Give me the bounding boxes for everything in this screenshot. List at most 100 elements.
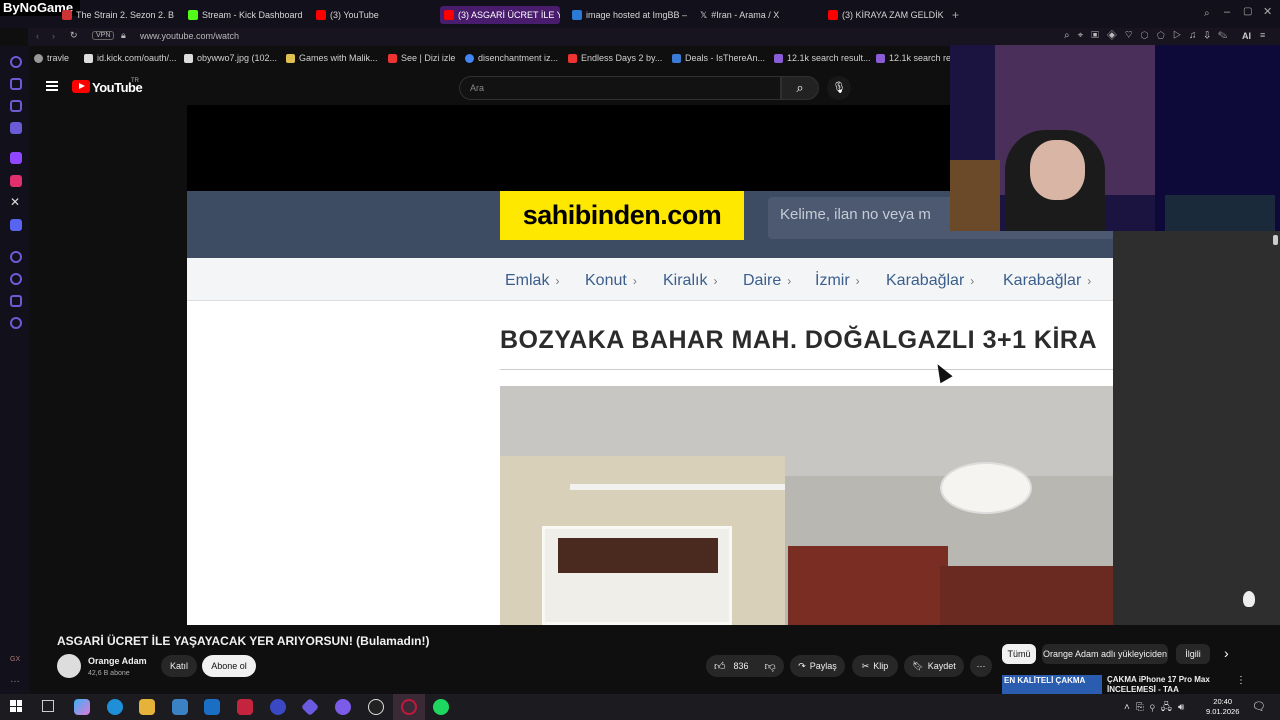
breadcrumb-item: Karabağlar ›: [886, 272, 975, 289]
like-dislike-group: 👍︎ 836 👎︎: [706, 655, 784, 677]
maximize-icon[interactable]: ▢: [1243, 6, 1252, 17]
app-icon[interactable]: [300, 697, 320, 717]
channel-avatar[interactable]: [57, 654, 81, 678]
clip-button[interactable]: ✂ Klip: [852, 655, 898, 677]
app-icon[interactable]: [237, 699, 253, 715]
toolbar-extension-icons[interactable]: ⌕⌖▣◈♡⬡⬠▷♫⇩✎: [1064, 30, 1235, 41]
filter-chip-related[interactable]: İlgili: [1176, 644, 1210, 664]
system-tray-icons[interactable]: ˄⎘⚲🖧🔊︎: [1124, 700, 1190, 717]
spotify-icon[interactable]: [433, 699, 449, 715]
settings-icon[interactable]: [10, 317, 22, 329]
cube-icon[interactable]: [10, 295, 22, 307]
mic-button[interactable]: 🎙︎: [827, 76, 851, 100]
chevron-right-icon[interactable]: ›: [1224, 645, 1229, 661]
x-icon[interactable]: ✕: [10, 195, 20, 209]
store-icon[interactable]: [172, 699, 188, 715]
recommendation-title[interactable]: ÇAKMA iPhone 17 Pro Max İNCELEMESİ - TAA: [1107, 675, 1235, 694]
search-icon[interactable]: ⌕: [1204, 8, 1210, 19]
forward-icon[interactable]: ›: [52, 31, 55, 41]
bookmark-deals[interactable]: Deals - IsThereAn...: [672, 53, 765, 63]
page-icon: [184, 53, 193, 63]
more-vertical-icon[interactable]: ⋮: [1236, 675, 1246, 686]
breadcrumb-item: Kiralık ›: [663, 272, 718, 289]
gx-icon[interactable]: GX: [10, 656, 20, 663]
tab-imgbb[interactable]: image hosted at ImgBB —: [572, 6, 687, 24]
instagram-icon[interactable]: [10, 175, 22, 187]
minimize-icon[interactable]: –: [1224, 6, 1230, 18]
url-field[interactable]: www.youtube.com/watch: [140, 31, 239, 41]
channel-name[interactable]: Orange Adam: [88, 656, 147, 666]
twitch-icon[interactable]: [10, 152, 22, 164]
game-controller-icon[interactable]: [10, 100, 22, 112]
mail-icon[interactable]: [204, 699, 220, 715]
scrollbar-thumb[interactable]: [1273, 235, 1278, 245]
messenger-icon[interactable]: [10, 122, 22, 134]
ai-button[interactable]: AI: [1242, 31, 1251, 41]
search-button[interactable]: ⌕: [781, 76, 819, 100]
tab-strain[interactable]: The Strain 2. Sezon 2. Böl: [62, 6, 174, 24]
bookmark-jpg[interactable]: obywwo7.jpg (102...: [184, 53, 277, 63]
clock-icon[interactable]: [10, 273, 22, 285]
share-icon: ↷: [798, 660, 806, 671]
menu-icon[interactable]: ≡: [1260, 30, 1265, 40]
bookmark-dizi[interactable]: See | Dizi izle: [388, 53, 455, 63]
address-bar: ‹ › ↻ VPN 🔒︎ www.youtube.com/watch ⌕⌖▣◈♡…: [28, 28, 1280, 46]
new-tab-button[interactable]: +: [952, 8, 959, 22]
filter-chip-uploader[interactable]: Orange Adam adlı yükleyiciden: [1042, 644, 1168, 664]
bookmark-games-malik[interactable]: Games with Malik...: [286, 53, 378, 63]
tab-youtube[interactable]: (3) YouTube: [316, 6, 436, 24]
copilot-icon[interactable]: [74, 699, 90, 715]
opera-gx-icon[interactable]: [401, 699, 417, 715]
bookmark-search-1[interactable]: 12.1k search result...: [774, 53, 871, 63]
thumbs-up-icon[interactable]: 👍︎: [714, 660, 726, 673]
task-view-icon[interactable]: [42, 700, 54, 712]
tab-active-video[interactable]: (3) ASGARİ ÜCRET İLE YA: [440, 6, 560, 24]
back-icon[interactable]: ‹: [36, 31, 39, 41]
thumbs-down-icon[interactable]: 👎︎: [765, 660, 776, 673]
page-icon: [84, 53, 93, 63]
filter-chip-all[interactable]: Tümü: [1002, 644, 1036, 664]
close-icon[interactable]: ✕: [1263, 5, 1272, 18]
bookmark-travle[interactable]: travle: [34, 53, 69, 63]
tab-x-search[interactable]: 𝕏 #Iran - Arama / X: [700, 6, 810, 24]
bookmark-kick-oauth[interactable]: id.kick.com/oauth/...: [84, 53, 177, 63]
region-code: TR: [131, 78, 139, 84]
player-icon[interactable]: [10, 251, 22, 263]
youtube-header: YouTube TR Ara ⌕ 🎙︎: [30, 70, 950, 106]
youtube-logo-icon[interactable]: [72, 80, 90, 93]
clock[interactable]: 20:40 9.01.2026: [1206, 697, 1239, 717]
tab-kira[interactable]: (3) KİRAYA ZAM GELDİKÇE: [828, 6, 944, 24]
edge-icon[interactable]: [107, 699, 123, 715]
bookmark-disenchantment[interactable]: disenchantment iz...: [465, 53, 558, 63]
app-icon[interactable]: [335, 699, 351, 715]
history-icon[interactable]: [10, 56, 22, 68]
obs-icon[interactable]: [368, 699, 384, 715]
bookmark-search-2[interactable]: 12.1k search res: [876, 53, 956, 63]
share-button[interactable]: ↷ Paylaş: [790, 655, 845, 677]
more-icon[interactable]: …: [10, 674, 20, 685]
windows-start-icon[interactable]: [10, 700, 22, 712]
save-button[interactable]: 🔖︎ Kaydet: [904, 655, 964, 677]
reload-icon[interactable]: ↻: [70, 30, 78, 41]
file-explorer-icon[interactable]: [139, 699, 155, 715]
bag-icon[interactable]: [10, 78, 22, 90]
subscribe-button[interactable]: Abone ol: [202, 655, 256, 677]
tab-kick[interactable]: Stream - Kick Dashboard: [188, 6, 308, 24]
more-actions-button[interactable]: ⋯: [970, 655, 992, 677]
like-count[interactable]: 836: [734, 661, 749, 671]
search-input[interactable]: Ara: [459, 76, 781, 100]
sahibinden-logo: sahibinden.com: [500, 191, 744, 240]
app-icon[interactable]: [270, 699, 286, 715]
bookmark-endless-days[interactable]: Endless Days 2 by...: [568, 53, 662, 63]
notification-icon[interactable]: 🗨︎: [1252, 700, 1266, 713]
vpn-badge[interactable]: VPN: [92, 31, 115, 40]
kick-icon: [188, 10, 198, 20]
chevron-right-icon: ›: [787, 274, 792, 288]
chevron-right-icon: ›: [713, 274, 718, 288]
clock-time: 20:40: [1213, 697, 1233, 706]
hamburger-icon[interactable]: [46, 81, 58, 91]
discord-icon[interactable]: [10, 219, 22, 231]
join-button[interactable]: Katıl: [161, 655, 197, 677]
imgbb-icon: [572, 10, 582, 20]
recommendation-thumbnail[interactable]: EN KALİTELİ ÇAKMA: [1002, 675, 1102, 694]
